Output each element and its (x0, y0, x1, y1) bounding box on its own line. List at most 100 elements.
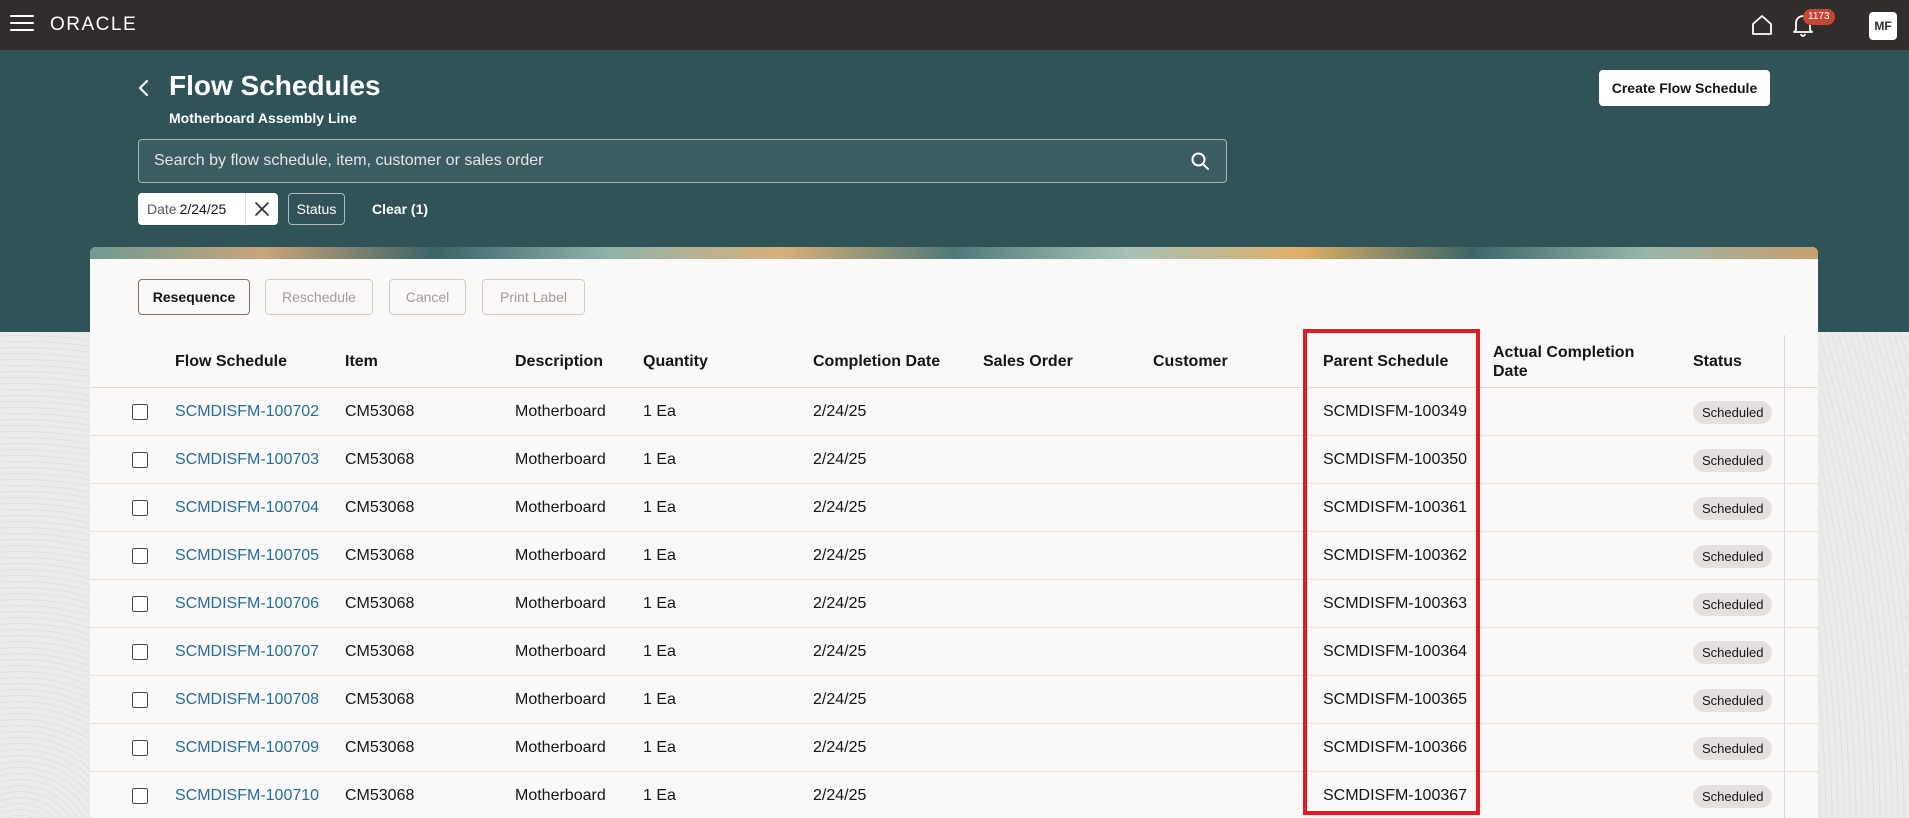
column-header-parent-schedule[interactable]: Parent Schedule (1323, 335, 1448, 388)
status-badge: Scheduled (1693, 785, 1773, 808)
page-title: Flow Schedules (169, 70, 381, 101)
quantity-cell: 1 Ea (643, 787, 676, 804)
back-icon[interactable] (132, 76, 156, 100)
completion-date-cell: 2/24/25 (813, 499, 867, 516)
quantity-cell: 1 Ea (643, 547, 676, 564)
column-header-description[interactable]: Description (515, 335, 603, 388)
row-select-checkbox[interactable] (132, 548, 148, 564)
flow-schedule-link[interactable]: SCMDISFM-100707 (175, 628, 319, 676)
search-box (138, 139, 1227, 183)
parent-schedule-cell: SCMDISFM-100363 (1323, 595, 1468, 612)
row-select-checkbox[interactable] (132, 500, 148, 516)
status-badge: Scheduled (1693, 641, 1773, 664)
create-flow-schedule-button[interactable]: Create Flow Schedule (1599, 70, 1770, 106)
item-cell: CM53068 (345, 547, 415, 564)
row-select-checkbox[interactable] (132, 404, 148, 420)
row-select-checkbox[interactable] (132, 788, 148, 804)
column-header-sales-order[interactable]: Sales Order (983, 335, 1073, 388)
completion-date-cell: 2/24/25 (813, 547, 867, 564)
quantity-cell: 1 Ea (643, 691, 676, 708)
home-icon[interactable] (1750, 13, 1774, 37)
status-badge: Scheduled (1693, 737, 1773, 760)
quantity-cell: 1 Ea (643, 643, 676, 660)
completion-date-cell: 2/24/25 (813, 403, 867, 420)
item-cell: CM53068 (345, 739, 415, 756)
avatar[interactable]: MF (1869, 12, 1897, 40)
menu-icon[interactable] (10, 15, 34, 35)
column-header-actual-completion-date[interactable]: Actual Completion Date (1493, 335, 1653, 388)
parent-schedule-cell: SCMDISFM-100366 (1323, 739, 1468, 756)
quantity-cell: 1 Ea (643, 739, 676, 756)
parent-schedule-cell: SCMDISFM-100349 (1323, 403, 1468, 420)
status-badge: Scheduled (1693, 545, 1773, 568)
description-cell: Motherboard (515, 787, 606, 804)
table-row[interactable]: SCMDISFM-100708 CM53068 Motherboard 1 Ea 2/2… (90, 676, 1818, 724)
flow-schedule-link[interactable]: SCMDISFM-100708 (175, 676, 319, 724)
item-cell: CM53068 (345, 787, 415, 804)
completion-date-cell: 2/24/25 (813, 643, 867, 660)
description-cell: Motherboard (515, 595, 606, 612)
date-filter-value: 2/24/25 (179, 201, 227, 217)
column-header-completion-date[interactable]: Completion Date (813, 335, 940, 388)
row-select-checkbox[interactable] (132, 452, 148, 468)
oracle-logo[interactable]: ORACLE (50, 14, 137, 36)
flow-schedule-link[interactable]: SCMDISFM-100703 (175, 436, 319, 484)
row-select-checkbox[interactable] (132, 692, 148, 708)
status-filter-chip[interactable]: Status (288, 193, 345, 225)
flow-schedule-link[interactable]: SCMDISFM-100710 (175, 772, 319, 818)
top-bar: ORACLE 1173 MF (0, 0, 1909, 50)
item-cell: CM53068 (345, 403, 415, 420)
table-row[interactable]: SCMDISFM-100702 CM53068 Motherboard 1 Ea 2/2… (90, 388, 1818, 436)
completion-date-cell: 2/24/25 (813, 595, 867, 612)
completion-date-cell: 2/24/25 (813, 739, 867, 756)
table-row[interactable]: SCMDISFM-100705 CM53068 Motherboard 1 Ea 2/2… (90, 532, 1818, 580)
status-badge: Scheduled (1693, 689, 1773, 712)
flow-schedule-link[interactable]: SCMDISFM-100709 (175, 724, 319, 772)
completion-date-cell: 2/24/25 (813, 691, 867, 708)
status-badge: Scheduled (1693, 401, 1773, 424)
row-select-checkbox[interactable] (132, 644, 148, 660)
table-row[interactable]: SCMDISFM-100707 CM53068 Motherboard 1 Ea 2/2… (90, 628, 1818, 676)
quantity-cell: 1 Ea (643, 595, 676, 612)
column-header-status[interactable]: Status (1693, 335, 1742, 388)
row-select-checkbox[interactable] (132, 596, 148, 612)
description-cell: Motherboard (515, 451, 606, 468)
flow-schedule-link[interactable]: SCMDISFM-100702 (175, 388, 319, 436)
column-header-item[interactable]: Item (345, 335, 378, 388)
completion-date-cell: 2/24/25 (813, 787, 867, 804)
search-input[interactable] (154, 140, 1154, 182)
table-row[interactable]: SCMDISFM-100710 CM53068 Motherboard 1 Ea 2/2… (90, 772, 1818, 818)
quantity-cell: 1 Ea (643, 403, 676, 420)
column-header-flow-schedule[interactable]: Flow Schedule (175, 335, 287, 388)
table-header: Flow Schedule Item Description Quantity … (90, 335, 1818, 388)
notification-count-badge: 1173 (1803, 9, 1835, 25)
item-cell: CM53068 (345, 595, 415, 612)
flow-schedule-link[interactable]: SCMDISFM-100705 (175, 532, 319, 580)
table-row[interactable]: SCMDISFM-100706 CM53068 Motherboard 1 Ea 2/2… (90, 580, 1818, 628)
column-header-customer[interactable]: Customer (1153, 335, 1228, 388)
reschedule-button: Reschedule (265, 279, 373, 315)
completion-date-cell: 2/24/25 (813, 451, 867, 468)
row-select-checkbox[interactable] (132, 740, 148, 756)
decorative-banner (90, 247, 1818, 259)
description-cell: Motherboard (515, 643, 606, 660)
table-row[interactable]: SCMDISFM-100703 CM53068 Motherboard 1 Ea 2/2… (90, 436, 1818, 484)
description-cell: Motherboard (515, 691, 606, 708)
description-cell: Motherboard (515, 547, 606, 564)
date-filter-chip[interactable]: Date 2/24/25 (138, 193, 278, 225)
column-header-quantity[interactable]: Quantity (643, 335, 708, 388)
search-icon[interactable] (1190, 151, 1210, 171)
date-filter-label: Date (147, 201, 177, 217)
flow-schedule-link[interactable]: SCMDISFM-100706 (175, 580, 319, 628)
item-cell: CM53068 (345, 691, 415, 708)
close-icon[interactable] (245, 193, 277, 225)
table-row[interactable]: SCMDISFM-100704 CM53068 Motherboard 1 Ea 2/2… (90, 484, 1818, 532)
flow-schedule-link[interactable]: SCMDISFM-100704 (175, 484, 319, 532)
clear-filters-link[interactable]: Clear (1) (372, 193, 428, 225)
cancel-button: Cancel (389, 279, 466, 315)
resequence-button[interactable]: Resequence (138, 279, 250, 315)
description-cell: Motherboard (515, 739, 606, 756)
table-row[interactable]: SCMDISFM-100709 CM53068 Motherboard 1 Ea 2/2… (90, 724, 1818, 772)
print-label-button: Print Label (482, 279, 585, 315)
description-cell: Motherboard (515, 499, 606, 516)
